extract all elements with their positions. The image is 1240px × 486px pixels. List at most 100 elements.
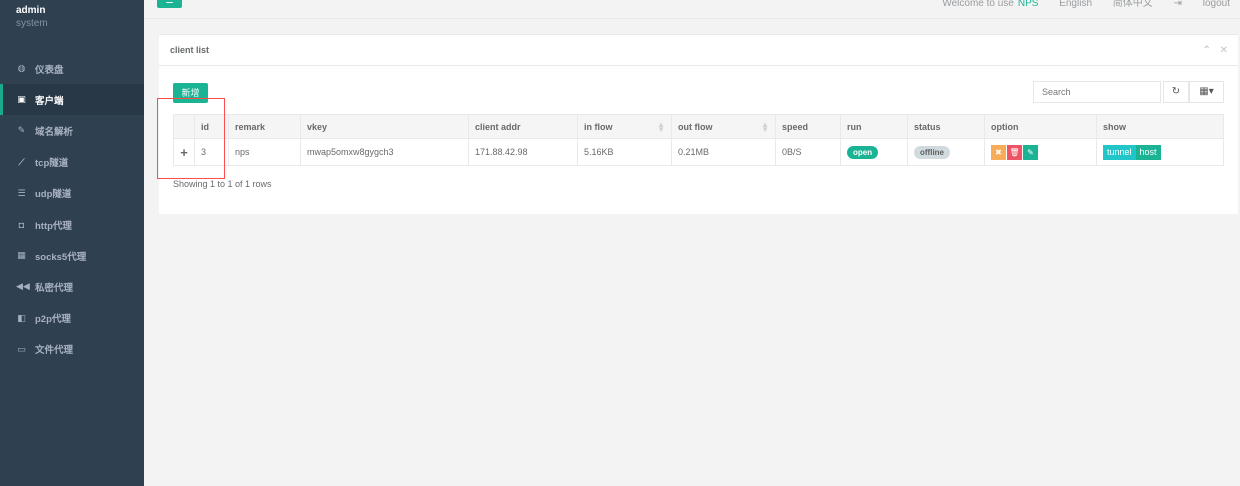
sidebar-item-socks5[interactable]: ▦ socks5代理: [0, 240, 144, 271]
sort-icon: ▲ ▼: [761, 120, 769, 134]
sidebar-nav: ◍ 仪表盘 ▣ 客户端 ✎ 域名解析 ⟋ tcp隧道 ☰ udp隧道 ◘ htt…: [0, 53, 144, 365]
menu-toggle-button[interactable]: ☰: [157, 0, 182, 8]
header-label: show: [1103, 121, 1127, 132]
edit-button[interactable]: ✎: [1023, 144, 1038, 160]
dashboard-icon: ◍: [17, 63, 26, 74]
header-label: status: [914, 121, 941, 132]
sidebar-item-p2p[interactable]: ◧ p2p代理: [0, 303, 144, 334]
header-out-flow[interactable]: out flow ▲ ▼: [671, 114, 776, 139]
header-option[interactable]: option: [984, 114, 1097, 139]
logout-label: logout: [1202, 0, 1230, 9]
user-name: admin: [16, 5, 46, 16]
welcome-text: Welcome to use: [942, 0, 1014, 9]
user-role: system: [16, 18, 48, 29]
lang-english-link[interactable]: English: [1059, 0, 1092, 9]
header-label: client addr: [475, 121, 521, 132]
sidebar-item-label: http代理: [35, 220, 72, 232]
sidebar-item-client[interactable]: ▣ 客户端: [0, 84, 144, 116]
header-remark[interactable]: remark: [228, 114, 301, 139]
header-label: vkey: [307, 121, 328, 132]
header-label: run: [847, 121, 862, 132]
client-list-panel: client list ⌃ ✕ 新增 ↻ ▦▾ id remark vkey c…: [159, 34, 1238, 214]
sort-icon: ▲ ▼: [657, 120, 665, 134]
cell-status: offline: [907, 138, 985, 166]
header-label: option: [991, 121, 1019, 132]
header-speed[interactable]: speed: [775, 114, 841, 139]
clipboard-icon: ▣: [17, 94, 26, 105]
header-vkey[interactable]: vkey: [300, 114, 469, 139]
header-in-flow[interactable]: in flow ▲ ▼: [577, 114, 672, 139]
header-status[interactable]: status: [907, 114, 985, 139]
sidebar-item-label: 私密代理: [35, 282, 74, 294]
cell-out-flow: 0.21MB: [671, 138, 776, 166]
table-row: + 3 nps mwap5omxw8gygch3 171.88.42.98 5.…: [173, 138, 1224, 166]
cell-option: ✖ 🗑 ✎: [984, 138, 1097, 166]
sidebar-item-label: socks5代理: [35, 251, 87, 263]
header-label: id: [201, 121, 209, 132]
run-badge: open: [847, 145, 879, 159]
sidebar: admin system ◍ 仪表盘 ▣ 客户端 ✎ 域名解析 ⟋ tcp隧道 …: [0, 0, 144, 486]
cell-speed: 0B/S: [775, 138, 841, 166]
add-client-button[interactable]: 新增: [173, 83, 208, 103]
lang-chinese-link[interactable]: 简体中文: [1113, 0, 1153, 9]
refresh-button[interactable]: ↻: [1163, 81, 1189, 103]
status-badge: offline: [914, 145, 950, 159]
cell-show: tunnel host: [1096, 138, 1224, 166]
shield-icon: ◘: [18, 219, 25, 230]
columns-toggle-button[interactable]: ▦▾: [1189, 81, 1224, 103]
cell-id: 3: [194, 138, 229, 166]
edit-icon: ✎: [1027, 147, 1034, 157]
table-header-row: id remark vkey client addr in flow ▲ ▼ out…: [173, 114, 1224, 139]
panel-header: client list ⌃ ✕: [159, 35, 1238, 66]
header-label: in flow: [584, 121, 613, 132]
delete-button[interactable]: 🗑: [1007, 144, 1022, 160]
laptop-icon: ▭: [17, 343, 26, 354]
line-chart-icon: ⟋: [18, 156, 25, 167]
sidebar-item-http[interactable]: ◘ http代理: [0, 209, 144, 240]
sidebar-item-label: 域名解析: [35, 126, 74, 138]
p2p-icon: ◧: [17, 312, 26, 323]
sidebar-item-udp[interactable]: ☰ udp隧道: [0, 178, 144, 209]
sidebar-item-label: 客户端: [35, 95, 64, 107]
header-show[interactable]: show: [1096, 114, 1224, 139]
expand-header: [173, 114, 195, 139]
trash-icon: 🗑: [1009, 147, 1020, 157]
close-icon: ✖: [995, 147, 1002, 157]
sidebar-item-file[interactable]: ▭ 文件代理: [0, 334, 144, 365]
header-label: remark: [235, 121, 266, 132]
sidebar-item-label: 文件代理: [35, 345, 74, 357]
panel-title: client list: [170, 45, 210, 55]
sidebar-item-secret[interactable]: ◀◀ 私密代理: [0, 271, 144, 302]
header-id[interactable]: id: [194, 114, 229, 139]
collapse-icon[interactable]: ⌃: [1202, 45, 1210, 56]
search-input[interactable]: [1033, 81, 1161, 103]
cell-remark: nps: [228, 138, 301, 166]
logout-link[interactable]: ⇥ logout: [1174, 0, 1230, 9]
refresh-icon: ↻: [1171, 86, 1181, 97]
user-profile[interactable]: admin system: [16, 4, 48, 30]
show-host-button[interactable]: host: [1135, 144, 1161, 160]
panel-tools: ⌃ ✕: [1196, 45, 1228, 56]
header-run[interactable]: run: [840, 114, 908, 139]
header-label: out flow: [678, 121, 713, 132]
cell-run: open: [840, 138, 908, 166]
header-client-addr[interactable]: client addr: [468, 114, 578, 139]
sidebar-item-label: 仪表盘: [35, 64, 64, 76]
show-tunnel-button[interactable]: tunnel: [1103, 144, 1136, 160]
sidebar-item-tcp[interactable]: ⟋ tcp隧道: [0, 147, 144, 178]
expand-row-button[interactable]: +: [173, 138, 195, 166]
hamburger-icon: ☰: [165, 0, 174, 5]
sidebar-item-domain[interactable]: ✎ 域名解析: [0, 115, 144, 146]
cell-in-flow: 5.16KB: [577, 138, 672, 166]
backward-icon: ◀◀: [16, 281, 30, 292]
top-right-links: Welcome to use NPS English 简体中文 ⇥ logout: [924, 0, 1230, 9]
sidebar-item-label: p2p代理: [35, 314, 71, 326]
brand-name: NPS: [1017, 0, 1039, 9]
close-icon[interactable]: ✕: [1220, 45, 1228, 56]
sidebar-item-label: tcp隧道: [35, 158, 69, 170]
stop-button[interactable]: ✖: [991, 144, 1006, 160]
sidebar-item-dashboard[interactable]: ◍ 仪表盘: [0, 53, 144, 84]
tag-icon: ✎: [17, 125, 26, 136]
list-icon: ☰: [17, 187, 26, 198]
sidebar-item-label: udp隧道: [35, 189, 72, 201]
